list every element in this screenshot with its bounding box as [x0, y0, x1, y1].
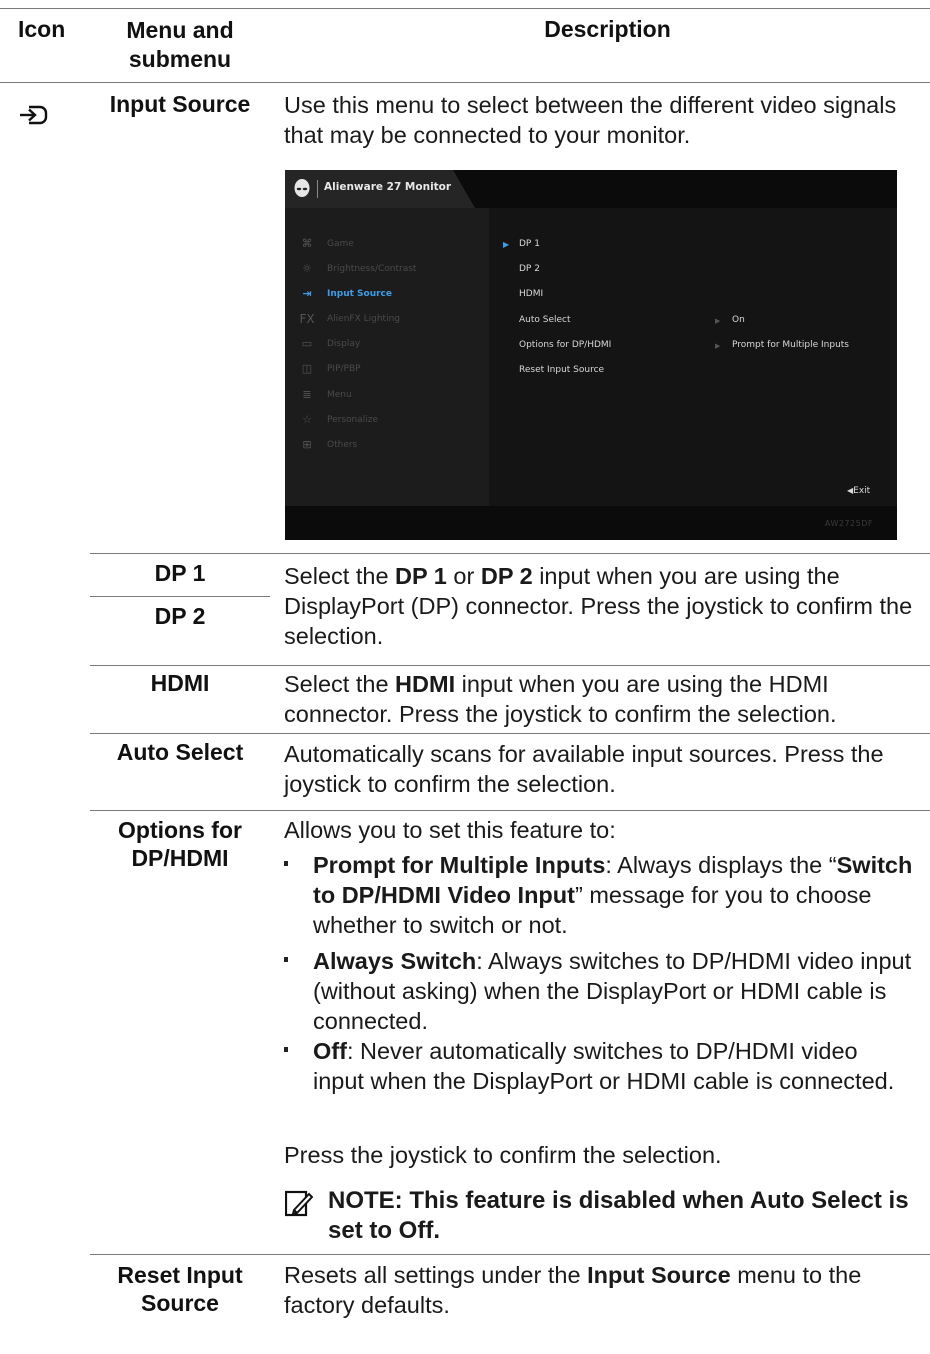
osd-menu-panel: [285, 208, 489, 506]
osd-options-panel: [489, 208, 897, 506]
row-rule: [90, 810, 930, 811]
osd-option-hdmi[interactable]: HDMI: [519, 289, 543, 299]
osd-option-dp1[interactable]: DP 1: [519, 239, 540, 249]
header-bottom-rule: [0, 82, 930, 83]
brightness-icon: ☼: [302, 262, 312, 275]
menu-input-source: Input Source: [109, 91, 251, 117]
dp-description: Select the DP 1 or DP 2 input when you a…: [284, 563, 913, 649]
note-text: NOTE: This feature is disabled when Auto…: [328, 1187, 909, 1244]
osd-title: Alienware 27 Monitor: [324, 181, 452, 193]
display-icon: ▭: [301, 337, 313, 350]
pip-icon: ◫: [301, 362, 313, 375]
menu-auto-select: Auto Select: [116, 739, 244, 765]
star-icon: ☆: [302, 413, 312, 426]
auto-select-description: Automatically scans for available input …: [284, 741, 884, 797]
options-confirm: Press the joystick to confirm the select…: [284, 1142, 722, 1168]
menu-icon: ≣: [302, 388, 312, 401]
menu-dp1: DP 1: [154, 560, 206, 586]
header-top-rule: [0, 8, 930, 9]
options-intro: Allows you to set this feature to:: [284, 817, 616, 843]
bullet-prompt: Prompt for Multiple Inputs: Always displ…: [284, 850, 914, 940]
osd-dp-hdmi-value: Prompt for Multiple Inputs: [732, 340, 849, 350]
others-icon: ⊞: [302, 438, 312, 451]
osd-model: AW2725DF: [824, 519, 873, 528]
menu-hdmi: HDMI: [150, 670, 210, 696]
header-description: Description: [544, 16, 671, 42]
row-rule: [90, 733, 930, 734]
bullet-icon: [284, 957, 288, 962]
bullet-always-switch: Always Switch: Always switches to DP/HDM…: [284, 946, 914, 1036]
row-rule: [90, 1254, 930, 1255]
header-menu: Menu and submenu: [126, 17, 234, 72]
osd-option-auto-select[interactable]: Auto Select: [519, 315, 571, 325]
row-rule: [90, 665, 930, 666]
osd-option-reset[interactable]: Reset Input Source: [519, 365, 604, 375]
osd-bottom-bar: AW2725DF: [285, 506, 897, 540]
menu-dp2: DP 2: [154, 603, 206, 629]
note-pencil-icon: [284, 1190, 314, 1218]
gamepad-icon: ⌘: [301, 237, 313, 250]
fx-icon: FX: [299, 312, 315, 326]
osd-screenshot: Alienware 27 Monitor ⌘ Game ☼ Brightness/C…: [285, 170, 897, 540]
bullet-icon: [284, 1047, 288, 1052]
row-rule: [90, 553, 930, 554]
input-source-icon: ⇥: [302, 287, 312, 300]
reset-description: Resets all settings under the Input Sour…: [284, 1262, 862, 1318]
input-source-icon: [17, 101, 49, 129]
hdmi-description: Select the HDMI input when you are using…: [284, 671, 837, 727]
row-rule: [90, 596, 270, 597]
osd-exit[interactable]: ◀Exit: [847, 486, 870, 496]
bullet-off: Off: Never automatically switches to DP/…: [284, 1036, 914, 1096]
header-icon: Icon: [18, 16, 66, 42]
alienware-logo-icon: [293, 179, 311, 199]
chevron-right-icon: ▶: [715, 342, 721, 350]
menu-reset-input-source: Reset Input Source: [117, 1262, 243, 1316]
osd-option-dp2[interactable]: DP 2: [519, 264, 540, 274]
input-source-description: Use this menu to select between the diff…: [284, 92, 897, 148]
menu-options-dp-hdmi: Options for DP/HDMI: [118, 817, 242, 871]
chevron-right-icon: ▶: [715, 317, 721, 325]
selected-arrow-icon: ▶: [503, 240, 510, 249]
bullet-icon: [284, 861, 288, 866]
osd-auto-select-value: On: [732, 315, 745, 325]
osd-option-dp-hdmi[interactable]: Options for DP/HDMI: [519, 340, 611, 350]
osd-title-separator: [317, 180, 318, 198]
